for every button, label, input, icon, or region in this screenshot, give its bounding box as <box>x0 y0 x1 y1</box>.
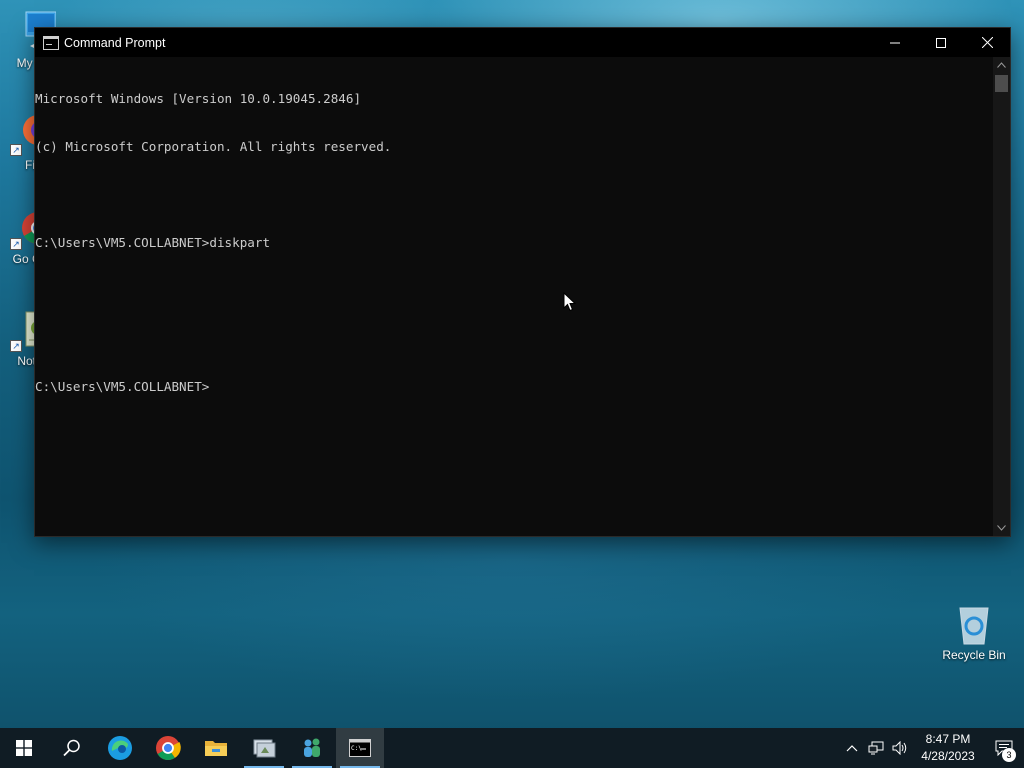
console-output[interactable]: Microsoft Windows [Version 10.0.19045.28… <box>35 57 993 536</box>
chevron-up-icon <box>846 745 858 752</box>
volume-icon <box>892 741 907 755</box>
console-line: C:\Users\VM5.COLLABNET>diskpart <box>35 235 271 250</box>
chevron-up-icon <box>997 62 1006 68</box>
edge-icon <box>108 736 132 760</box>
folder-icon <box>205 741 227 756</box>
taskbar-chrome[interactable] <box>144 728 192 768</box>
scroll-thumb[interactable] <box>995 75 1008 92</box>
search-icon <box>63 739 80 757</box>
maximize-icon <box>936 37 946 48</box>
close-button[interactable] <box>964 28 1010 57</box>
windows-logo-icon <box>16 740 32 756</box>
cmd-icon <box>43 35 59 50</box>
search-button[interactable] <box>48 728 96 768</box>
vertical-scrollbar[interactable] <box>993 57 1010 536</box>
maximize-button[interactable] <box>918 28 964 57</box>
clock-time: 8:47 PM <box>925 732 971 746</box>
clock[interactable]: 8:47 PM 4/28/2023 <box>912 731 984 765</box>
action-center-button[interactable]: 3 <box>984 728 1024 768</box>
app-icon <box>253 739 276 758</box>
console-line: (c) Microsoft Corporation. All rights re… <box>35 139 392 154</box>
shortcut-arrow-icon: ↗ <box>10 238 22 250</box>
taskbar-edge[interactable] <box>96 728 144 768</box>
scroll-up-button[interactable] <box>993 57 1010 73</box>
network-icon <box>868 741 884 755</box>
minimize-icon <box>890 42 900 43</box>
notification-count-badge: 3 <box>1002 748 1016 762</box>
chrome-icon <box>156 736 181 761</box>
cmd-icon: C:\ <box>349 739 371 757</box>
chevron-down-icon <box>997 525 1006 531</box>
volume-button[interactable] <box>888 728 912 768</box>
recycle-bin-icon <box>952 602 996 646</box>
console-line: Microsoft Windows [Version 10.0.19045.28… <box>35 91 362 106</box>
title-bar[interactable]: Command Prompt <box>35 28 1010 57</box>
clock-date: 4/28/2023 <box>921 749 975 763</box>
mouse-pointer-icon <box>563 292 577 312</box>
taskbar-file-explorer[interactable] <box>192 728 240 768</box>
taskbar-command-prompt[interactable]: C:\ <box>336 728 384 768</box>
taskbar: C:\ 8:47 PM 4/28/2023 3 <box>0 728 1024 768</box>
svg-text:C:\: C:\ <box>351 745 362 752</box>
start-button[interactable] <box>0 728 48 768</box>
shortcut-arrow-icon: ↗ <box>10 144 22 156</box>
desktop-icon-recycle-bin[interactable]: Recycle Bin <box>936 602 1012 662</box>
shortcut-arrow-icon: ↗ <box>10 340 22 352</box>
desktop-icon-label: Recycle Bin <box>942 648 1006 662</box>
show-hidden-icons-button[interactable] <box>840 728 864 768</box>
minimize-button[interactable] <box>872 28 918 57</box>
taskbar-app-1[interactable] <box>240 728 288 768</box>
close-icon <box>981 37 993 48</box>
console-prompt-line: C:\Users\VM5.COLLABNET> <box>35 379 210 394</box>
window-title: Command Prompt <box>64 35 166 50</box>
system-tray: 8:47 PM 4/28/2023 3 <box>840 728 1024 768</box>
taskbar-app-2[interactable] <box>288 728 336 768</box>
network-button[interactable] <box>864 728 888 768</box>
people-icon <box>304 738 320 757</box>
scroll-down-button[interactable] <box>993 520 1010 536</box>
command-prompt-window[interactable]: Command Prompt Microsoft Windows [Versio… <box>34 27 1011 537</box>
